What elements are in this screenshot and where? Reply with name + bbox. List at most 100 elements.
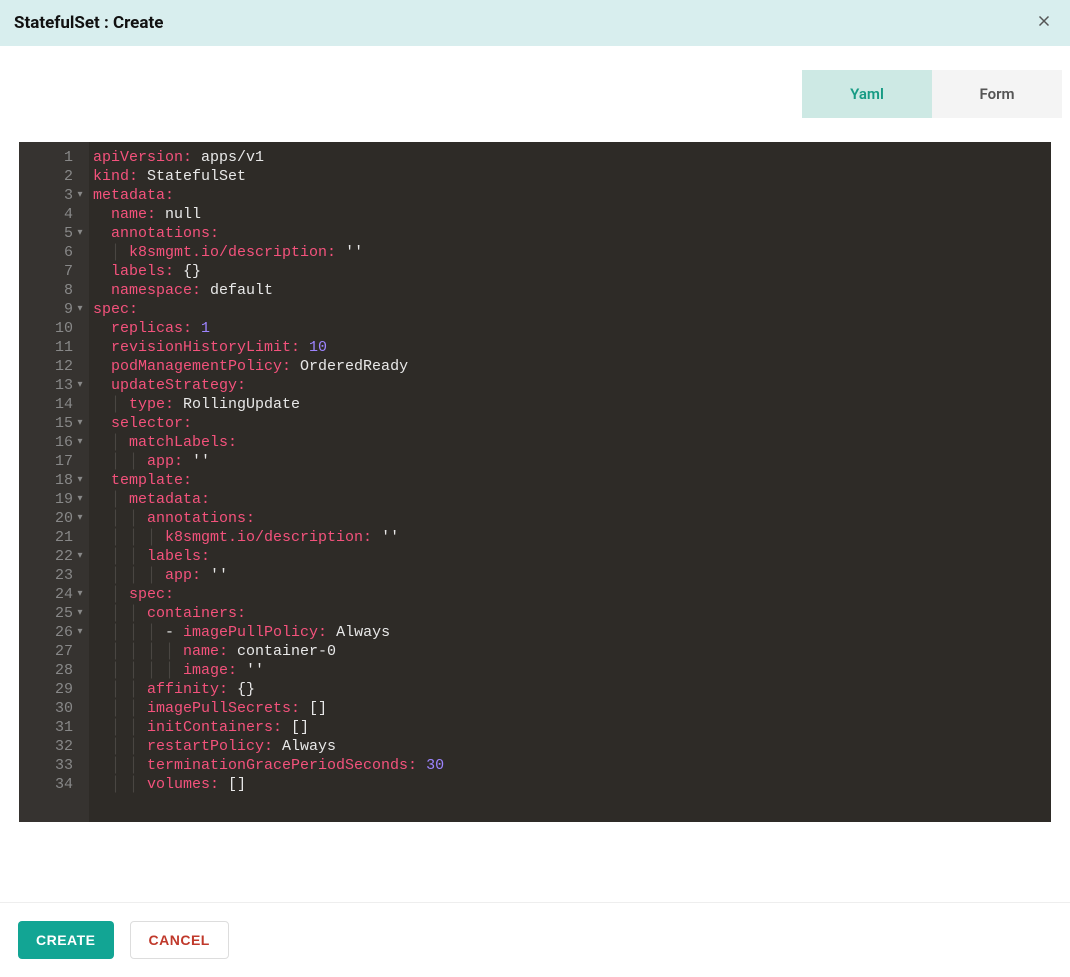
code-line[interactable]: │ │ labels: [93,547,1051,566]
line-number: 25 [47,604,73,623]
code-line[interactable]: podManagementPolicy: OrderedReady [93,357,1051,376]
line-number: 18 [47,471,73,490]
token-k: annotations: [111,224,219,243]
gutter-line: 9▾ [29,300,85,319]
code-line[interactable]: │ │ imagePullSecrets: [] [93,699,1051,718]
token-guide [93,319,111,338]
token-n: 30 [417,756,444,775]
code-line[interactable]: metadata: [93,186,1051,205]
code-line[interactable]: revisionHistoryLimit: 10 [93,338,1051,357]
line-number: 7 [47,262,73,281]
code-line[interactable]: │ │ │ k8smgmt.io/description: '' [93,528,1051,547]
code-line[interactable]: replicas: 1 [93,319,1051,338]
line-number: 33 [47,756,73,775]
token-k: selector: [111,414,192,433]
fold-icon[interactable]: ▾ [75,300,85,319]
token-guide [93,224,111,243]
code-line[interactable]: namespace: default [93,281,1051,300]
code-line[interactable]: │ │ │ - imagePullPolicy: Always [93,623,1051,642]
create-button[interactable]: CREATE [18,921,114,959]
code-line[interactable]: apiVersion: apps/v1 [93,148,1051,167]
fold-icon[interactable]: ▾ [75,623,85,642]
gutter-line: 28 [29,661,85,680]
code-line[interactable]: selector: [93,414,1051,433]
token-guide: │ │ │ │ [93,661,183,680]
code-line[interactable]: labels: {} [93,262,1051,281]
line-number: 19 [47,490,73,509]
fold-icon[interactable]: ▾ [75,490,85,509]
editor-toolbar: Yaml Form [0,46,1070,142]
fold-icon[interactable]: ▾ [75,471,85,490]
code-line[interactable]: │ type: RollingUpdate [93,395,1051,414]
fold-icon[interactable]: ▾ [75,224,85,243]
line-number: 23 [47,566,73,585]
gutter-line: 30 [29,699,85,718]
token-v: [] [282,718,309,737]
code-line[interactable]: spec: [93,300,1051,319]
line-number: 10 [47,319,73,338]
gutter-line: 1 [29,148,85,167]
code-line[interactable]: template: [93,471,1051,490]
code-line[interactable]: │ metadata: [93,490,1051,509]
code-line[interactable]: │ matchLabels: [93,433,1051,452]
token-k: affinity: [147,680,228,699]
gutter-line: 11 [29,338,85,357]
fold-icon[interactable]: ▾ [75,376,85,395]
code-line[interactable]: │ spec: [93,585,1051,604]
line-number: 26 [47,623,73,642]
tab-form[interactable]: Form [932,70,1062,118]
tab-yaml[interactable]: Yaml [802,70,932,118]
close-button[interactable] [1032,11,1056,35]
editor-tabs: Yaml Form [802,70,1062,118]
token-v: [] [300,699,327,718]
dialog-footer: CREATE CANCEL [0,902,1070,977]
code-line[interactable]: │ │ │ │ image: '' [93,661,1051,680]
code-line[interactable]: kind: StatefulSet [93,167,1051,186]
gutter-line: 26▾ [29,623,85,642]
line-number: 16 [47,433,73,452]
fold-icon[interactable]: ▾ [75,585,85,604]
token-n: 1 [192,319,210,338]
code-line[interactable]: │ │ affinity: {} [93,680,1051,699]
token-v: default [201,281,273,300]
token-guide: │ │ [93,737,147,756]
token-guide: │ │ │ [93,566,165,585]
token-guide: │ [93,490,129,509]
cancel-button[interactable]: CANCEL [130,921,229,959]
editor-code[interactable]: apiVersion: apps/v1kind: StatefulSetmeta… [89,142,1051,822]
code-line[interactable]: │ │ terminationGracePeriodSeconds: 30 [93,756,1051,775]
code-line[interactable]: │ │ containers: [93,604,1051,623]
fold-icon[interactable]: ▾ [75,604,85,623]
code-line[interactable]: annotations: [93,224,1051,243]
fold-icon[interactable]: ▾ [75,186,85,205]
code-line[interactable]: │ │ volumes: [] [93,775,1051,794]
line-number: 9 [47,300,73,319]
token-k: labels: [147,547,210,566]
code-line[interactable]: │ │ restartPolicy: Always [93,737,1051,756]
code-line[interactable]: │ │ app: '' [93,452,1051,471]
yaml-editor-body[interactable]: 123▾45▾6789▾10111213▾1415▾16▾1718▾19▾20▾… [19,142,1051,822]
token-n: 10 [300,338,327,357]
line-number: 1 [47,148,73,167]
fold-icon[interactable]: ▾ [75,547,85,566]
token-v: Always [273,737,336,756]
code-line[interactable]: │ │ │ app: '' [93,566,1051,585]
fold-icon[interactable]: ▾ [75,433,85,452]
code-line[interactable]: │ │ annotations: [93,509,1051,528]
code-line[interactable]: updateStrategy: [93,376,1051,395]
fold-icon[interactable]: ▾ [75,414,85,433]
token-k: volumes: [147,775,219,794]
token-s: '' [237,661,264,680]
code-line[interactable]: │ k8smgmt.io/description: '' [93,243,1051,262]
code-line[interactable]: │ │ initContainers: [] [93,718,1051,737]
token-k: type: [129,395,174,414]
yaml-editor[interactable]: 123▾45▾6789▾10111213▾1415▾16▾1718▾19▾20▾… [19,142,1051,822]
code-line[interactable]: name: null [93,205,1051,224]
fold-icon[interactable]: ▾ [75,509,85,528]
line-number: 12 [47,357,73,376]
code-line[interactable]: │ │ │ │ name: container-0 [93,642,1051,661]
gutter-line: 25▾ [29,604,85,623]
gutter-line: 27 [29,642,85,661]
token-k: imagePullSecrets: [147,699,300,718]
token-k: containers: [147,604,246,623]
